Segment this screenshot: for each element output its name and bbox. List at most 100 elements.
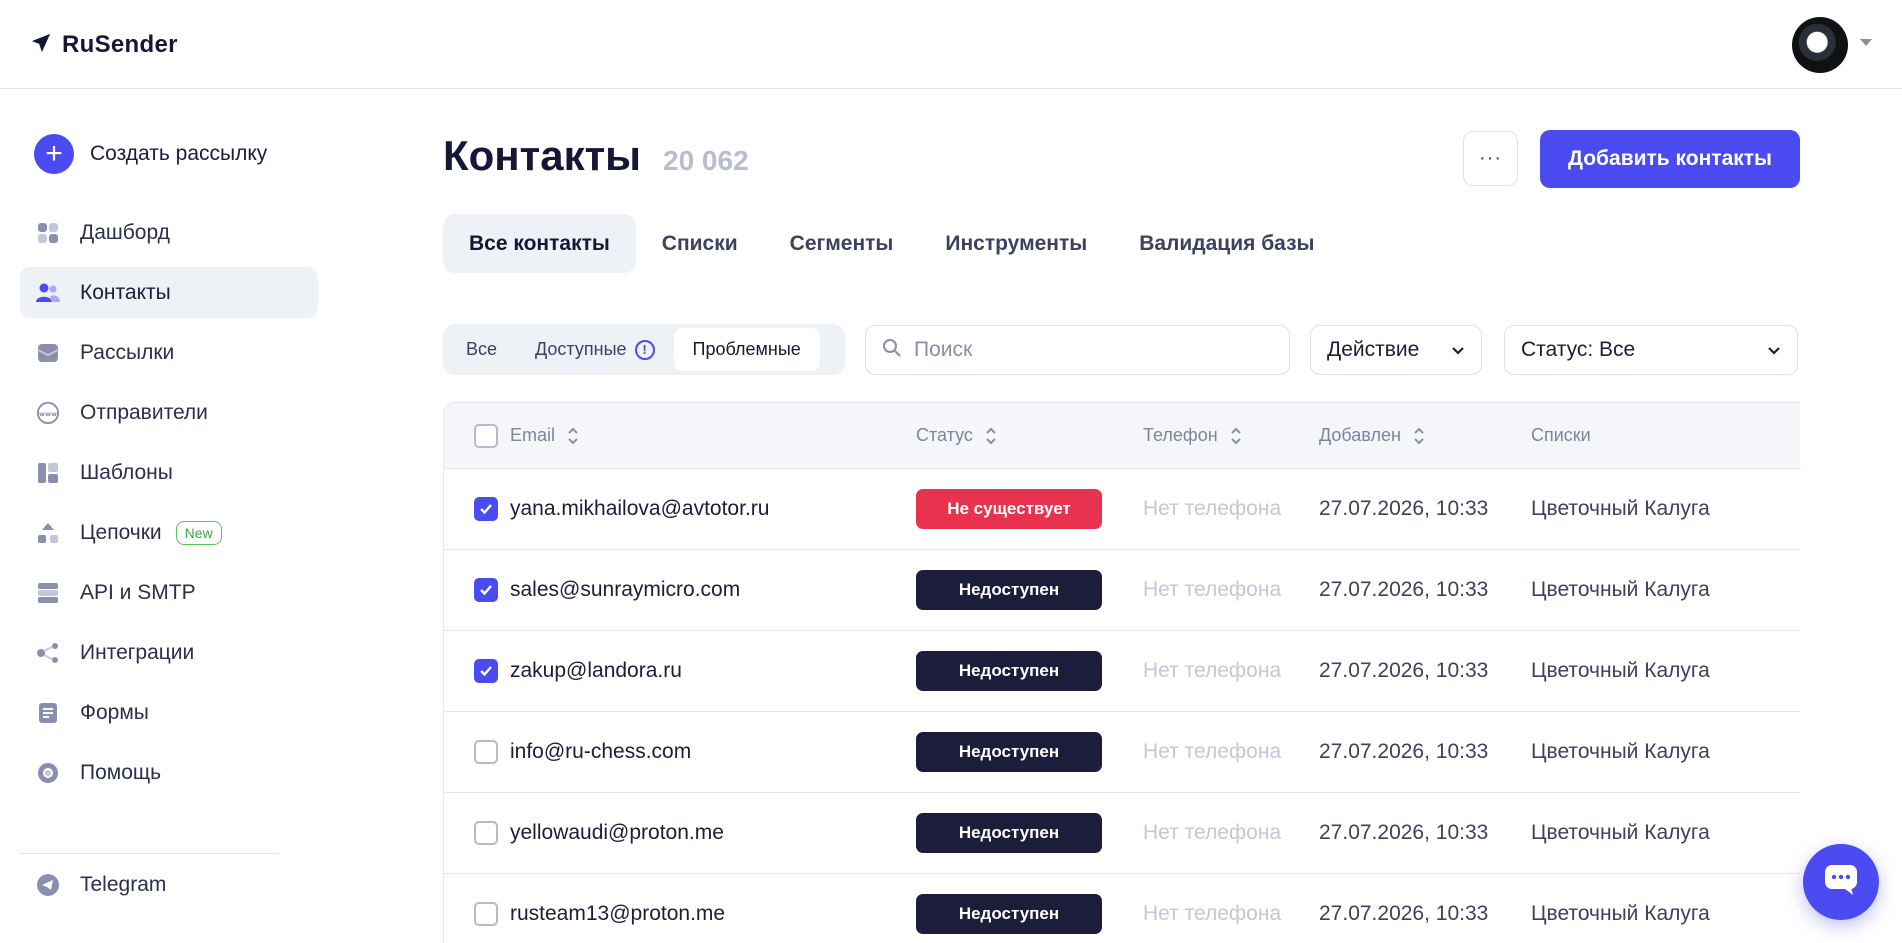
action-select[interactable]: Действие [1310,325,1482,375]
tab-lists[interactable]: Списки [636,214,764,273]
lists-cell: Цветочный Калуга [1531,578,1710,601]
status-badge: Недоступен [916,813,1102,853]
telegram-link[interactable]: Telegram [36,873,166,897]
header-label: Email [510,425,556,445]
search-box [865,325,1290,375]
sidebar-divider [20,853,278,854]
forms-icon [36,701,60,725]
plus-icon: + [34,134,74,174]
user-avatar-icon[interactable] [1792,17,1848,73]
sort-icon [985,426,997,446]
row-checkbox-cell [474,821,504,845]
row-checkbox[interactable] [474,578,498,602]
status-badge: Не существует [916,489,1102,529]
sidebar-item-label: Шаблоны [80,460,173,484]
sidebar-item-label: Интеграции [80,640,195,664]
sidebar-item-label: Помощь [80,760,162,784]
table-row[interactable]: zakup@landora.ru Недоступен Нет телефона 27… [444,631,1800,712]
status-cell: Недоступен [916,570,1143,610]
phone-cell: Нет телефона [1143,497,1282,520]
status-badge: Недоступен [916,570,1102,610]
more-options-button[interactable]: ··· [1463,131,1518,186]
select-all-checkbox[interactable] [474,423,498,448]
row-checkbox[interactable] [474,659,498,683]
added-cell: 27.07.2026, 10:33 [1319,578,1489,601]
header-email[interactable]: Email [510,425,916,446]
table-row[interactable]: yellowaudi@proton.me Недоступен Нет телефо… [444,793,1800,874]
add-contacts-button[interactable]: Добавить контакты [1540,130,1800,188]
added-cell: 27.07.2026, 10:33 [1319,659,1489,682]
row-checkbox[interactable] [474,740,498,764]
sidebar-item-chains[interactable]: Цепочки New [20,507,318,558]
added-cell: 27.07.2026, 10:33 [1319,902,1489,925]
row-checkbox[interactable] [474,497,498,521]
telegram-label: Telegram [80,873,167,896]
sort-icon [1413,426,1425,446]
lists-cell: Цветочный Калуга [1531,659,1710,682]
segment-problematic[interactable]: Проблемные [673,328,820,371]
row-checkbox-cell [474,740,504,764]
info-icon[interactable]: ! [634,339,655,360]
sidebar-item-campaigns[interactable]: Рассылки [20,327,318,378]
contacts-icon [36,281,60,305]
lists-cell: Цветочный Калуга [1531,740,1710,763]
sidebar-nav: Дашборд Контакты Рассылки www Отправител… [20,207,318,807]
sidebar-item-forms[interactable]: Формы [20,687,318,738]
status-cell: Недоступен [916,651,1143,691]
sidebar-item-templates[interactable]: Шаблоны [20,447,318,498]
email-cell: yellowaudi@proton.me [510,821,724,844]
status-badge: Недоступен [916,732,1102,772]
sidebar-item-api-smtp[interactable]: API и SMTP [20,567,318,618]
lists-cell: Цветочный Калуга [1531,497,1710,520]
server-icon [36,581,60,605]
header-added[interactable]: Добавлен [1319,425,1531,446]
integrations-icon [36,641,60,665]
tabs: Все контакты Списки Сегменты Инструменты… [443,214,1340,273]
action-select-label: Действие [1327,338,1420,361]
contacts-count: 20 062 [663,145,749,176]
segment-available[interactable]: Доступные ! [516,328,674,371]
create-campaign-label: Создать рассылку [90,142,268,165]
logo[interactable]: RuSender [30,31,178,59]
row-checkbox[interactable] [474,821,498,845]
tab-validation[interactable]: Валидация базы [1113,214,1340,273]
chat-button[interactable] [1803,844,1879,920]
table-row[interactable]: rusteam13@proton.me Недоступен Нет телефон… [444,874,1800,943]
search-input[interactable] [914,338,1254,362]
select-all-checkbox-cell [474,423,504,448]
status-cell: Недоступен [916,813,1143,853]
status-badge: Недоступен [916,894,1102,934]
tab-all-contacts[interactable]: Все контакты [443,214,636,273]
sidebar-item-dashboard[interactable]: Дашборд [20,207,318,258]
paper-plane-icon [30,32,52,59]
status-select[interactable]: Статус: Все [1504,325,1798,375]
table-row[interactable]: sales@sunraymicro.com Недоступен Нет телеф… [444,550,1800,631]
segment-all[interactable]: Все [447,328,516,371]
table-row[interactable]: info@ru-chess.com Недоступен Нет телефона 2… [444,712,1800,793]
table-row[interactable]: yana.mikhailova@avtotor.ru Не существует Н… [444,469,1800,550]
header-status[interactable]: Статус [916,425,1143,446]
chains-icon [36,521,60,545]
status-cell: Недоступен [916,894,1143,934]
email-cell: info@ru-chess.com [510,740,692,763]
tab-segments[interactable]: Сегменты [764,214,920,273]
sort-icon [567,426,579,446]
email-cell: yana.mikhailova@avtotor.ru [510,497,770,520]
status-select-label: Статус: Все [1521,338,1636,361]
chevron-down-icon[interactable] [1860,39,1872,46]
header-lists: Списки [1531,425,1791,446]
templates-icon [36,461,60,485]
create-campaign-button[interactable]: + Создать рассылку [34,134,267,174]
row-checkbox-cell [474,902,504,926]
sidebar-item-label: API и SMTP [80,580,196,604]
sidebar-item-contacts[interactable]: Контакты [20,267,318,318]
sidebar-item-senders[interactable]: www Отправители [20,387,318,438]
tab-tools[interactable]: Инструменты [919,214,1113,273]
sidebar-item-integrations[interactable]: Интеграции [20,627,318,678]
chat-icon [1823,863,1859,902]
row-checkbox[interactable] [474,902,498,926]
sidebar-item-help[interactable]: Помощь [20,747,318,798]
dashboard-icon [36,221,60,245]
status-cell: Не существует [916,489,1143,529]
header-phone[interactable]: Телефон [1143,425,1319,446]
